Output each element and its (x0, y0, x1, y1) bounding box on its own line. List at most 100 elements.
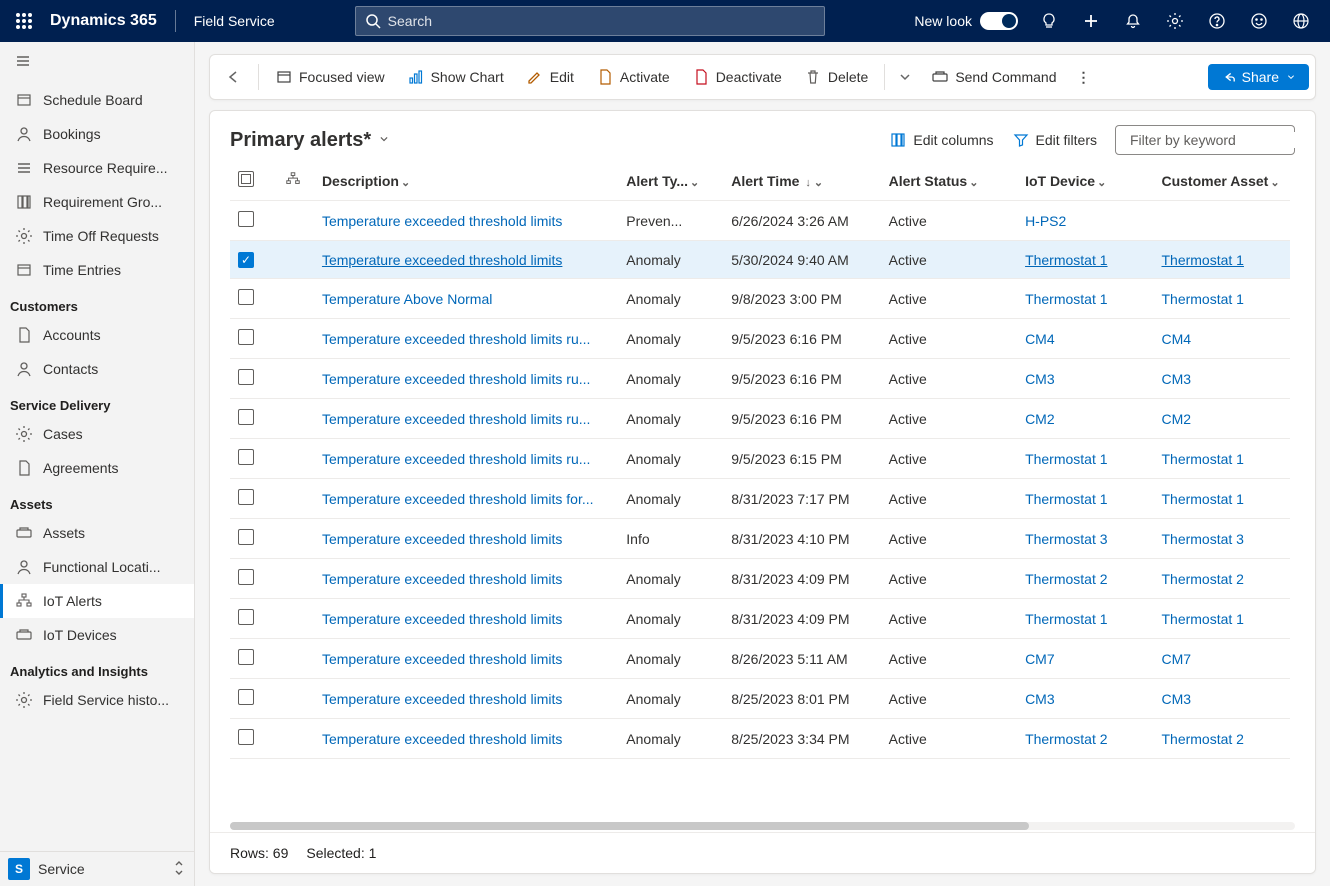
checkbox-icon[interactable] (238, 369, 254, 385)
view-title[interactable]: Primary alerts* (230, 129, 391, 152)
asset-link[interactable]: Thermostat 1 (1161, 451, 1243, 467)
table-row[interactable]: Temperature Above NormalAnomaly9/8/2023 … (230, 279, 1290, 319)
nav-item[interactable]: Cases (0, 417, 194, 451)
device-link[interactable]: Thermostat 1 (1025, 291, 1107, 307)
description-link[interactable]: Temperature exceeded threshold limits (322, 252, 562, 268)
chevron-updown-icon[interactable] (172, 860, 186, 879)
col-alert-time[interactable]: Alert Time ↓ ⌄ (723, 161, 880, 201)
checkbox-icon[interactable] (238, 689, 254, 705)
chevron-down-icon[interactable] (377, 129, 391, 152)
row-checkbox-cell[interactable] (230, 639, 272, 679)
filter-box[interactable] (1115, 125, 1295, 155)
row-checkbox-cell[interactable] (230, 359, 272, 399)
deactivate-button[interactable]: Deactivate (682, 62, 792, 92)
nav-item[interactable]: Schedule Board (0, 83, 194, 117)
new-look-toggle[interactable]: New look (914, 12, 1018, 30)
brand[interactable]: Dynamics 365 (40, 12, 167, 30)
nav-item[interactable]: Time Off Requests (0, 219, 194, 253)
bell-icon[interactable] (1112, 12, 1154, 30)
idea-icon[interactable] (1028, 12, 1070, 30)
row-checkbox-cell[interactable] (230, 679, 272, 719)
device-link[interactable]: CM4 (1025, 331, 1055, 347)
area-switcher[interactable]: S Service (0, 851, 194, 886)
checkbox-icon[interactable]: ✓ (238, 252, 254, 268)
device-link[interactable]: Thermostat 1 (1025, 611, 1107, 627)
row-checkbox-cell[interactable] (230, 319, 272, 359)
asset-link[interactable]: Thermostat 1 (1161, 291, 1243, 307)
asset-link[interactable]: Thermostat 1 (1161, 611, 1243, 627)
table-scroll[interactable]: Description⌄ Alert Ty...⌄ Alert Time ↓ ⌄… (210, 161, 1315, 820)
device-link[interactable]: CM2 (1025, 411, 1055, 427)
table-row[interactable]: Temperature exceeded threshold limits ru… (230, 439, 1290, 479)
device-link[interactable]: Thermostat 1 (1025, 252, 1107, 268)
table-row[interactable]: Temperature exceeded threshold limitsAno… (230, 719, 1290, 759)
device-link[interactable]: Thermostat 2 (1025, 571, 1107, 587)
description-link[interactable]: Temperature exceeded threshold limits (322, 651, 562, 667)
row-checkbox-cell[interactable] (230, 519, 272, 559)
description-link[interactable]: Temperature exceeded threshold limits (322, 611, 562, 627)
table-row[interactable]: Temperature exceeded threshold limits ru… (230, 399, 1290, 439)
checkbox-icon[interactable] (238, 529, 254, 545)
filter-input[interactable] (1130, 132, 1311, 148)
table-row[interactable]: Temperature exceeded threshold limitsPre… (230, 201, 1290, 241)
global-search[interactable] (355, 6, 825, 36)
table-row[interactable]: Temperature exceeded threshold limitsInf… (230, 519, 1290, 559)
send-command-button[interactable]: Send Command (921, 62, 1066, 92)
edit-filters-button[interactable]: Edit filters (1012, 131, 1097, 149)
delete-split-button[interactable] (891, 68, 919, 86)
row-checkbox-cell[interactable] (230, 399, 272, 439)
description-link[interactable]: Temperature exceeded threshold limits ru… (322, 331, 590, 347)
show-chart-button[interactable]: Show Chart (397, 62, 514, 92)
nav-item[interactable]: Bookings (0, 117, 194, 151)
back-button[interactable] (216, 68, 252, 86)
delete-button[interactable]: Delete (794, 62, 878, 92)
asset-link[interactable]: Thermostat 2 (1161, 571, 1243, 587)
checkbox-icon[interactable] (238, 569, 254, 585)
asset-link[interactable]: Thermostat 3 (1161, 531, 1243, 547)
row-checkbox-cell[interactable] (230, 279, 272, 319)
description-link[interactable]: Temperature exceeded threshold limits (322, 213, 562, 229)
nav-item[interactable]: Resource Require... (0, 151, 194, 185)
description-link[interactable]: Temperature exceeded threshold limits (322, 571, 562, 587)
device-link[interactable]: H-PS2 (1025, 213, 1066, 229)
nav-item[interactable]: IoT Devices (0, 618, 194, 652)
col-description[interactable]: Description⌄ (314, 161, 618, 201)
edit-columns-button[interactable]: Edit columns (889, 131, 993, 149)
col-iot-device[interactable]: IoT Device⌄ (1017, 161, 1153, 201)
checkbox-icon[interactable] (238, 489, 254, 505)
table-row[interactable]: Temperature exceeded threshold limitsAno… (230, 559, 1290, 599)
toggle-switch[interactable] (980, 12, 1018, 30)
table-row[interactable]: Temperature exceeded threshold limits ru… (230, 359, 1290, 399)
share-button[interactable]: Share (1208, 64, 1309, 90)
table-row[interactable]: Temperature exceeded threshold limitsAno… (230, 639, 1290, 679)
col-select-all[interactable] (230, 161, 272, 201)
description-link[interactable]: Temperature exceeded threshold limits ru… (322, 371, 590, 387)
device-link[interactable]: CM7 (1025, 651, 1055, 667)
device-link[interactable]: Thermostat 3 (1025, 531, 1107, 547)
device-link[interactable]: CM3 (1025, 691, 1055, 707)
table-row[interactable]: ✓Temperature exceeded threshold limitsAn… (230, 241, 1290, 279)
checkbox-icon[interactable] (238, 729, 254, 745)
nav-item[interactable]: Agreements (0, 451, 194, 485)
edit-button[interactable]: Edit (516, 62, 584, 92)
help-icon[interactable] (1196, 12, 1238, 30)
nav-item[interactable]: Requirement Gro... (0, 185, 194, 219)
horizontal-scrollbar[interactable] (210, 820, 1315, 832)
nav-item[interactable]: Time Entries (0, 253, 194, 287)
table-row[interactable]: Temperature exceeded threshold limits fo… (230, 479, 1290, 519)
asset-link[interactable]: CM3 (1161, 691, 1191, 707)
table-row[interactable]: Temperature exceeded threshold limits ru… (230, 319, 1290, 359)
checkbox-icon[interactable] (238, 409, 254, 425)
search-input[interactable] (388, 13, 816, 29)
sidebar-toggle[interactable] (0, 42, 194, 83)
add-icon[interactable] (1070, 12, 1112, 30)
description-link[interactable]: Temperature exceeded threshold limits fo… (322, 491, 594, 507)
checkbox-icon[interactable] (238, 211, 254, 227)
col-hierarchy[interactable] (272, 161, 314, 201)
description-link[interactable]: Temperature exceeded threshold limits (322, 731, 562, 747)
device-link[interactable]: Thermostat 1 (1025, 491, 1107, 507)
description-link[interactable]: Temperature exceeded threshold limits ru… (322, 451, 590, 467)
device-link[interactable]: Thermostat 1 (1025, 451, 1107, 467)
row-checkbox-cell[interactable] (230, 719, 272, 759)
description-link[interactable]: Temperature exceeded threshold limits (322, 691, 562, 707)
